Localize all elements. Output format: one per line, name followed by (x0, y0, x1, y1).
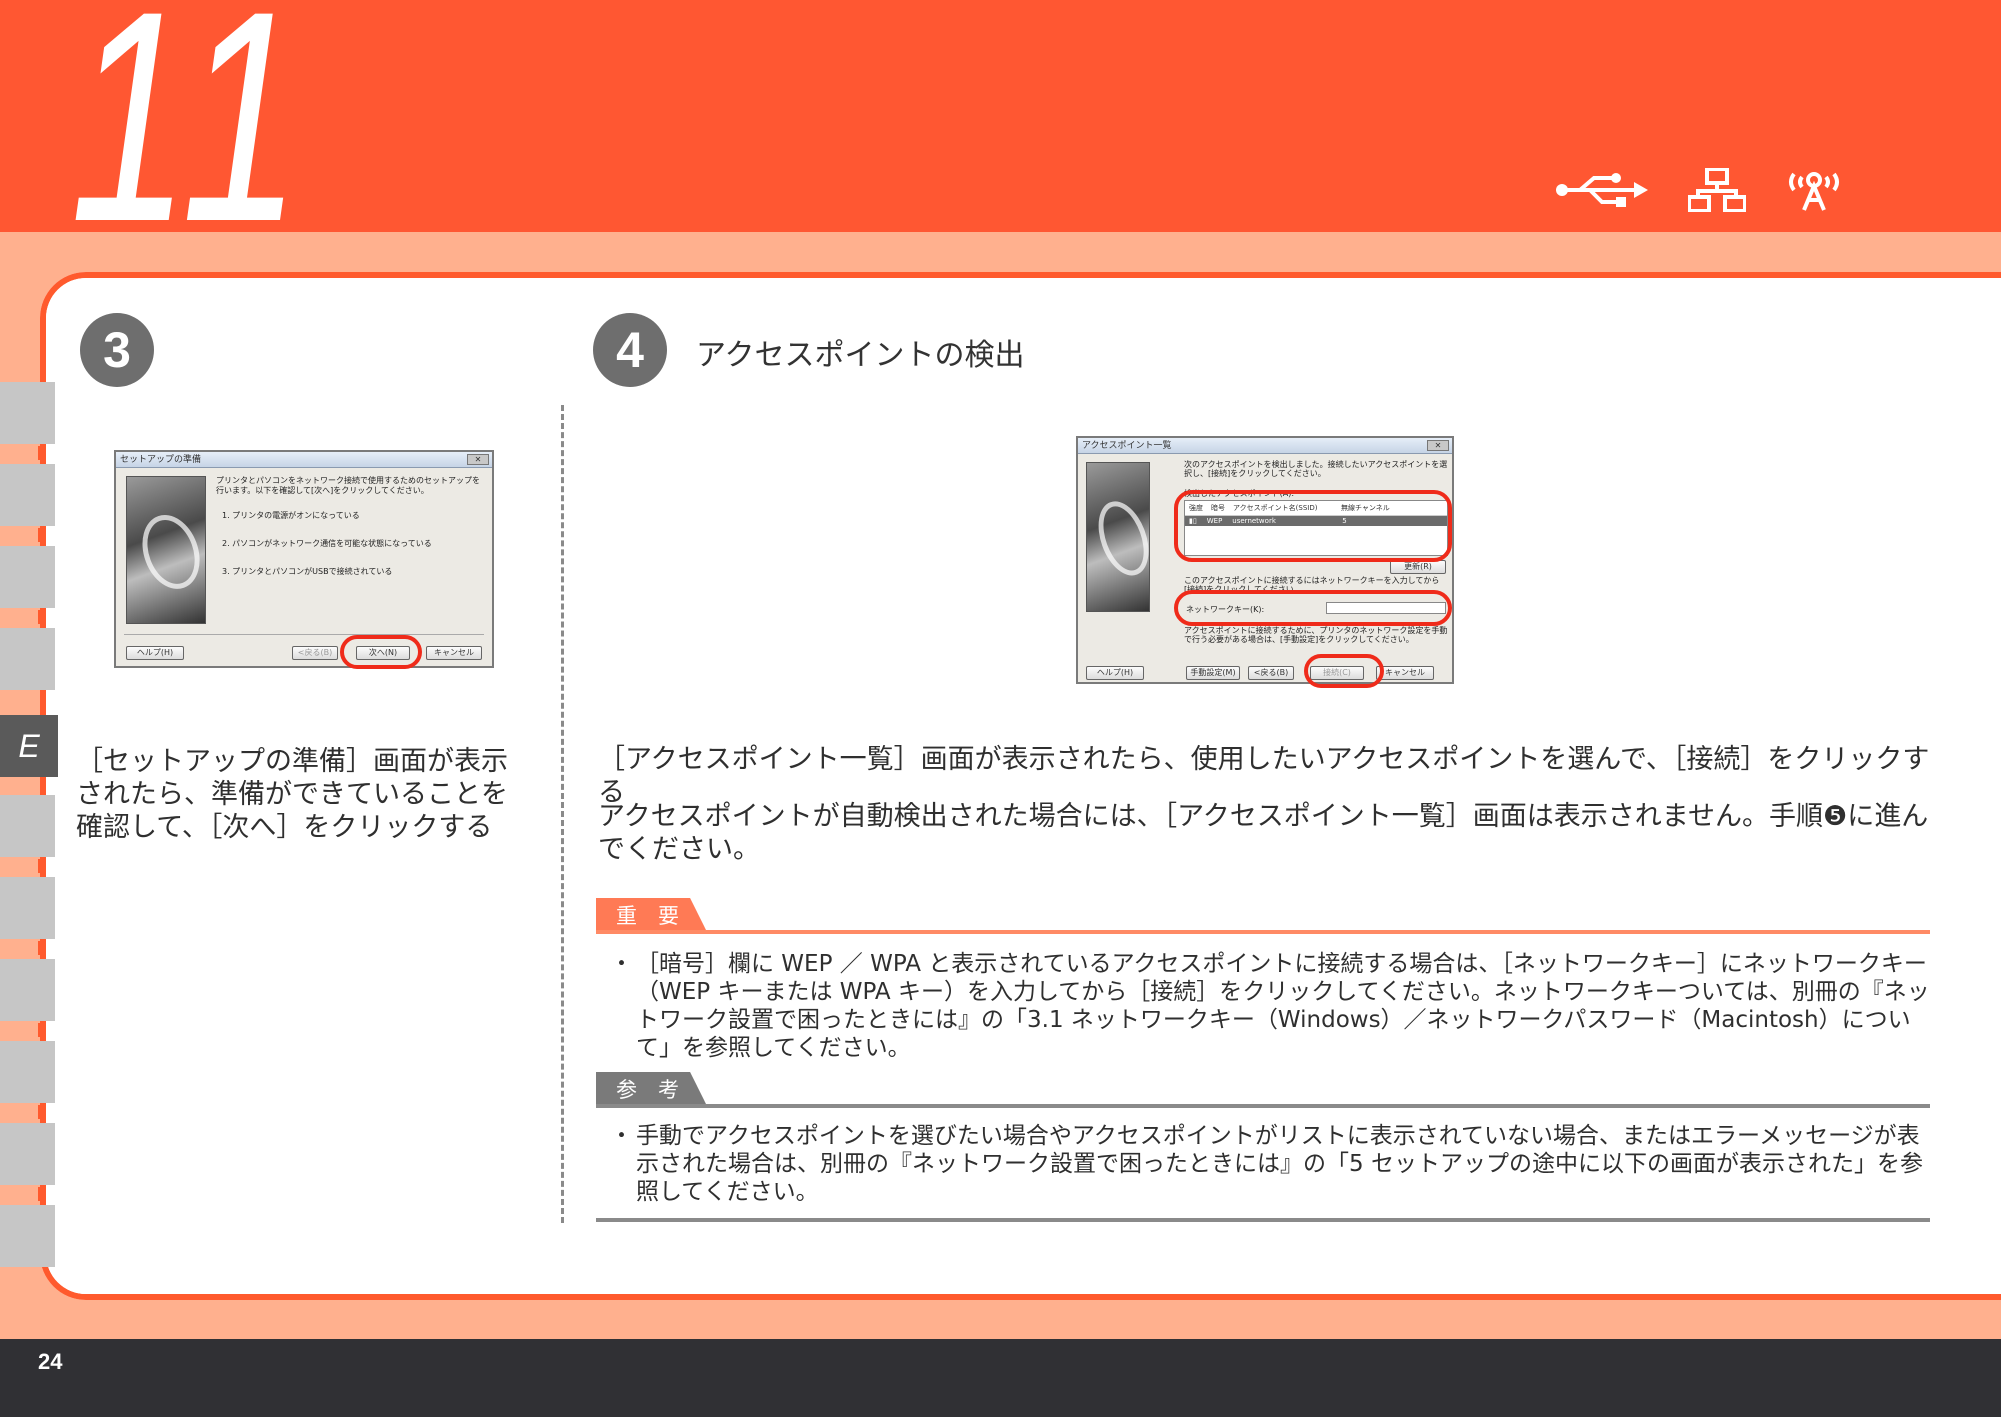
bullet-dot: ・ (610, 1123, 633, 1149)
step-4-note: アクセスポイントが自動検出された場合には、［アクセスポイント一覧］画面は表示され… (598, 801, 1929, 865)
side-tab[interactable] (0, 382, 58, 444)
reference-text: ・ 手動でアクセスポイントを選びたい場合やアクセスポイントがリストに表示されてい… (610, 1123, 1923, 1205)
side-tab[interactable] (0, 546, 58, 608)
step-3-badge: 3 (80, 313, 154, 387)
tab-marker (38, 1187, 46, 1201)
manual-setup-button[interactable]: 手動設定(M) (1186, 666, 1240, 680)
important-rule (596, 930, 1930, 934)
check-item: 3. プリンタとパソコンがUSBで接続されている (222, 567, 393, 576)
manual-hint: アクセスポイントに接続するために、プリンタのネットワーク設定を手動で行う必要があ… (1184, 626, 1448, 644)
step-3-description: ［セットアップの準備］画面が表示されたら、準備ができていることを確認して、［次へ… (76, 746, 508, 843)
printer-illustration (1086, 462, 1150, 612)
connection-icons (1556, 168, 1842, 212)
tab-marker (38, 859, 46, 873)
check-item: 2. パソコンがネットワーク通信を可能な状態になっている (222, 539, 432, 548)
next-button-highlight (340, 635, 422, 669)
setup-prep-dialog: セットアップの準備 ✕ プリンタとパソコンをネットワーク接続で使用するためのセッ… (114, 450, 494, 668)
important-label: 重 要 (596, 898, 708, 934)
usb-icon (1556, 173, 1648, 207)
important-text: ・ ［暗号］欄に WEP ／ WPA と表示されているアクセスポイントに接続する… (610, 951, 1930, 1061)
chapter-number: 11 (70, 0, 309, 284)
reference-bottom-rule (596, 1218, 1930, 1222)
check-item: 1. プリンタの電源がオンになっている (222, 511, 360, 520)
tab-marker (38, 941, 46, 955)
side-tab-current[interactable]: E (0, 715, 58, 777)
dialog-title: アクセスポイント一覧 ✕ (1078, 438, 1452, 454)
close-icon[interactable]: ✕ (1427, 440, 1449, 451)
side-tab[interactable] (0, 959, 58, 1021)
printer-illustration (126, 476, 206, 624)
cancel-button[interactable]: キャンセル (426, 646, 482, 660)
side-tab[interactable] (0, 795, 58, 857)
back-button[interactable]: <戻る(B) (1248, 666, 1294, 680)
step-4-badge: 4 (593, 313, 667, 387)
tab-marker (38, 1105, 46, 1119)
tab-marker (38, 528, 46, 542)
tab-marker (38, 446, 46, 460)
step-4-title: アクセスポイントの検出 (696, 338, 1025, 373)
tab-marker (38, 610, 46, 624)
side-tab[interactable] (0, 628, 58, 690)
side-tab[interactable] (0, 1041, 58, 1103)
network-key-highlight (1174, 590, 1452, 626)
dialog-title: セットアップの準備 ✕ (116, 452, 492, 468)
update-button[interactable]: 更新(R) (1390, 560, 1446, 574)
dialog-intro: 次のアクセスポイントを検出しました。接続したいアクセスポイントを選択し、[接続]… (1184, 460, 1448, 478)
column-divider (561, 405, 564, 1223)
dialog-separator (124, 634, 484, 635)
access-point-list-highlight (1174, 490, 1452, 562)
reference-rule (596, 1104, 1930, 1108)
help-button[interactable]: ヘルプ(H) (1086, 666, 1144, 680)
side-tab[interactable] (0, 464, 58, 526)
help-button[interactable]: ヘルプ(H) (126, 646, 184, 660)
side-tab[interactable] (0, 1205, 58, 1267)
wireless-icon (1789, 172, 1839, 211)
back-button[interactable]: <戻る(B) (292, 646, 338, 660)
network-icon (1688, 168, 1746, 212)
cancel-button[interactable]: キャンセル (1376, 666, 1434, 680)
close-icon[interactable]: ✕ (467, 454, 489, 465)
page-number: 24 (38, 1349, 63, 1374)
bullet-dot: ・ (610, 951, 633, 977)
connect-button-highlight (1304, 654, 1384, 688)
reference-label: 参 考 (596, 1072, 708, 1108)
page-footer (0, 1339, 2001, 1417)
side-tab[interactable] (0, 1123, 58, 1185)
dialog-intro: プリンタとパソコンをネットワーク接続で使用するためのセットアップを行います。以下… (216, 476, 480, 495)
tab-marker (38, 1023, 46, 1037)
chapter-header: 11 (0, 0, 2001, 266)
side-tab[interactable] (0, 877, 58, 939)
